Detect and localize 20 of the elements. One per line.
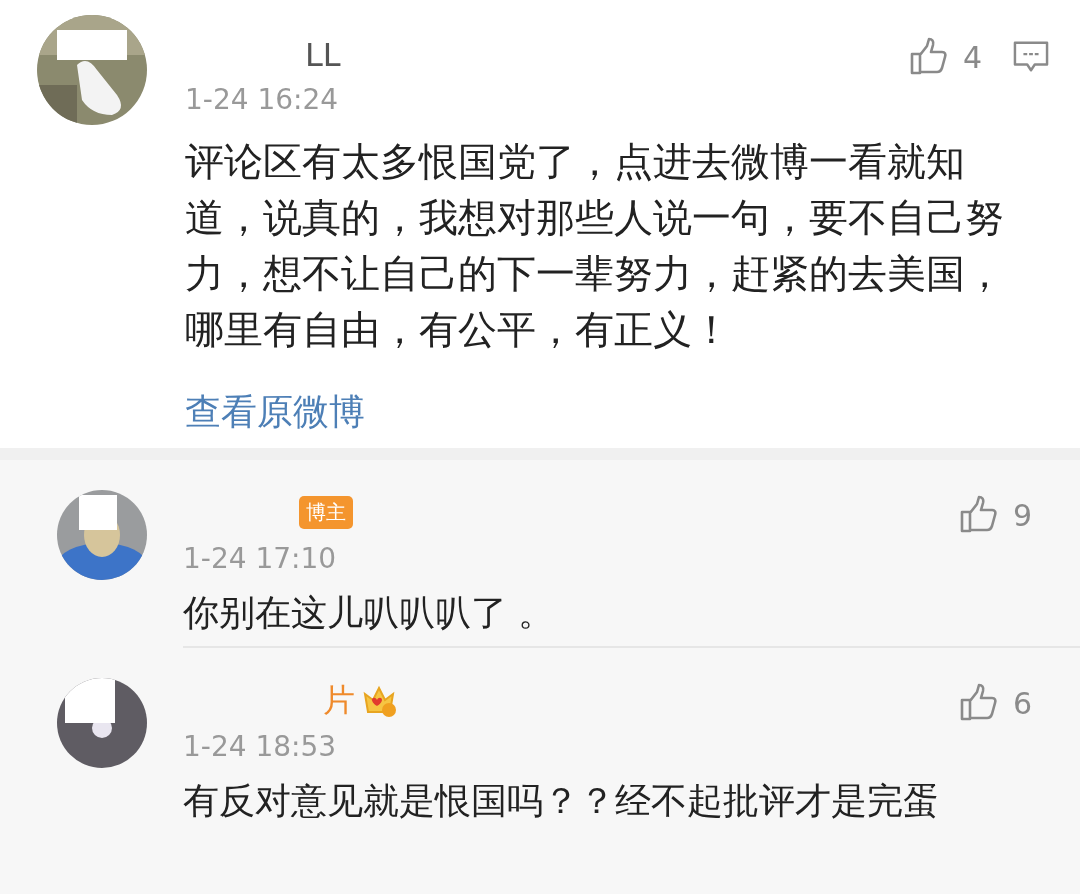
like-button[interactable]: 9: [958, 495, 1032, 535]
user-name[interactable]: 片: [183, 680, 355, 720]
comment-text: 评论区有太多恨国党了，点进去微博一看就知道，说真的，我想对那些人说一句，要不自己努力，想不让自己的下一辈努力，赶紧的去美国，哪里有自由，有公平，有正义！: [185, 138, 1005, 354]
comment-time: 1-24 18:53: [183, 730, 338, 763]
thumbs-up-icon: [958, 683, 999, 723]
like-count: 9: [1012, 497, 1032, 533]
reply-text: 有反对意见就是恨国吗？？经不起批评才是完蛋: [183, 779, 940, 823]
view-original-link[interactable]: 查看原微博: [185, 388, 365, 437]
comment-icon[interactable]: [1012, 40, 1050, 74]
thumbs-up-icon: [958, 495, 999, 535]
like-count: 4: [962, 39, 982, 75]
reply-text: 你别在这儿叭叭叭了 。: [183, 591, 556, 635]
like-count: 6: [1012, 685, 1032, 721]
comment-time: 1-24 16:24: [185, 83, 340, 116]
user-name[interactable]: LL: [185, 35, 341, 75]
comment-time: 1-24 17:10: [183, 542, 338, 575]
author-badge: 博主: [299, 495, 353, 529]
like-button[interactable]: 6: [958, 683, 1032, 723]
thumbs-up-icon: [908, 37, 949, 77]
like-button[interactable]: 4: [908, 37, 982, 77]
